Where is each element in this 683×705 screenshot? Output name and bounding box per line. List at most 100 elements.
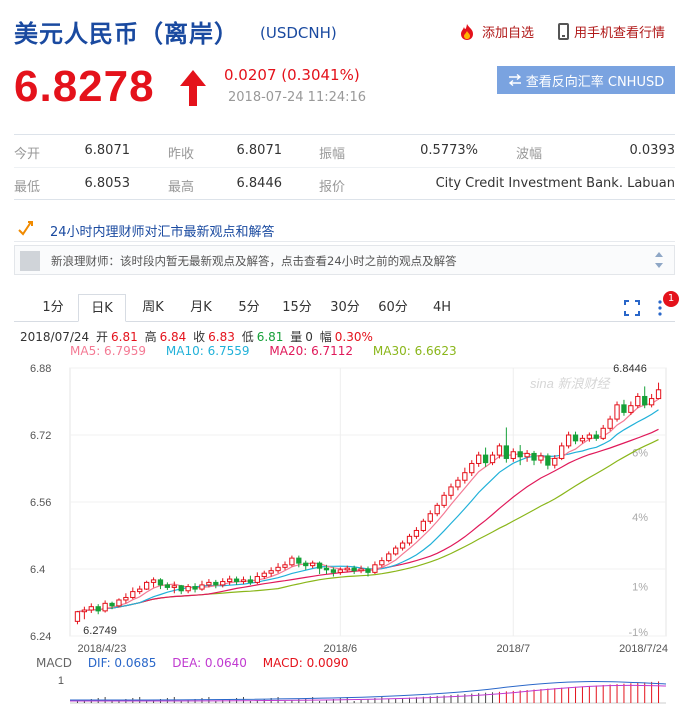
tab-30min[interactable]: 30分 xyxy=(324,294,366,322)
candle-body xyxy=(427,513,433,522)
candle-body xyxy=(448,486,454,496)
tab-5min[interactable]: 5分 xyxy=(228,294,270,322)
macd-legend: MACD DIF: 0.0685 DEA: 0.0640 MACD: 0.009… xyxy=(36,656,361,670)
candle-body xyxy=(586,434,593,439)
ma5-line xyxy=(77,398,659,613)
candle-body xyxy=(559,445,565,459)
ma5-label: MA5: 6.7959 xyxy=(70,344,147,358)
info-vol: 0 xyxy=(305,330,313,344)
current-price: 6.8278 xyxy=(14,62,155,111)
candle-body xyxy=(282,564,288,568)
candle-body xyxy=(337,569,343,573)
swap-icon xyxy=(508,74,521,86)
candle-body xyxy=(648,398,655,406)
add-watchlist-button[interactable]: 添加自选 xyxy=(457,22,534,41)
tab-15min[interactable]: 15分 xyxy=(276,294,318,322)
candle-body xyxy=(406,535,413,544)
notification-badge: 1 xyxy=(663,291,679,307)
candle-body xyxy=(289,557,295,566)
advisor-news-item[interactable]: 新浪理财师：该时段内暂无最新观点及解答，点击查看24小时之前的观点及解答 xyxy=(14,245,675,275)
page-title: 美元人民币（离岸） xyxy=(14,20,239,48)
stat-value-open: 6.8071 xyxy=(84,143,131,158)
fire-icon xyxy=(461,23,473,40)
stat-label-range: 波幅 xyxy=(516,147,543,162)
candle-body xyxy=(572,434,579,442)
info-low-label: 低 xyxy=(241,330,254,344)
tab-monthly-k[interactable]: 月K xyxy=(180,294,222,322)
fullscreen-icon[interactable] xyxy=(624,300,640,316)
info-open-label: 开 xyxy=(96,330,109,344)
watermark: sina 新浪财经 xyxy=(530,376,611,391)
info-amp-label: 幅 xyxy=(319,330,332,344)
pct-tick-label: -1% xyxy=(628,627,648,639)
candle-body xyxy=(496,445,503,456)
mobile-view-button[interactable]: 用手机查看行情 xyxy=(558,22,665,41)
ma-legend: MA5: 6.7959 MA10: 6.7559 MA20: 6.7112 MA… xyxy=(70,344,473,358)
info-low: 6.81 xyxy=(256,330,284,344)
tab-weekly-k[interactable]: 周K xyxy=(132,294,174,322)
phone-icon xyxy=(558,23,569,40)
stat-value-quote-source: City Credit Investment Bank. Labuan xyxy=(435,176,675,191)
stat-label-quote-source: 报价 xyxy=(319,180,346,195)
candle-body xyxy=(102,602,108,612)
candle-body xyxy=(386,553,392,562)
stat-label-amplitude: 振幅 xyxy=(319,147,346,162)
candle-body xyxy=(379,560,385,566)
candle-body xyxy=(344,567,350,571)
ma10-line xyxy=(77,409,659,613)
candle-body xyxy=(413,529,420,537)
quote-timestamp: 2018-07-24 11:24:16 xyxy=(228,90,367,105)
info-close: 6.83 xyxy=(208,330,235,344)
candle-body xyxy=(614,404,620,420)
candle-body xyxy=(88,606,94,611)
macd-dif: DIF: 0.0685 xyxy=(87,656,157,670)
macd-title: MACD xyxy=(36,656,72,670)
macd-chart[interactable]: 1 xyxy=(0,670,683,705)
advisor-section-title[interactable]: 24小时内理财师对汇市最新观点和解答 xyxy=(50,221,275,240)
candle-body xyxy=(143,581,150,590)
candle-body xyxy=(206,581,212,586)
candle-body xyxy=(600,427,606,439)
add-watchlist-label: 添加自选 xyxy=(482,26,535,41)
x-tick-label: 2018/6 xyxy=(324,643,358,654)
scroll-arrows-icon[interactable] xyxy=(654,249,664,271)
chart-period-tabs: 1分 日K 周K 月K 5分 15分 30分 60分 4H 1 xyxy=(14,291,679,322)
pct-tick-label: 6% xyxy=(632,447,648,459)
x-tick-label: 2018/7 xyxy=(496,643,530,654)
more-options-icon[interactable] xyxy=(657,298,663,318)
macd-axis-label: 1 xyxy=(58,675,64,687)
advisor-news-text[interactable]: 新浪理财师：该时段内暂无最新观点及解答，点击查看24小时之前的观点及解答 xyxy=(51,253,457,269)
candle-body xyxy=(420,520,426,531)
candle-body xyxy=(164,584,171,588)
stat-label-prev-close: 昨收 xyxy=(168,147,195,162)
tab-daily-k[interactable]: 日K xyxy=(78,294,126,322)
candle-body xyxy=(635,395,641,407)
mobile-view-label: 用手机查看行情 xyxy=(574,26,666,41)
stats-table: 今开 6.8071 昨收 6.8071 振幅 0.5773% 波幅 0.0393… xyxy=(14,134,675,200)
candle-body xyxy=(74,611,81,622)
candle-body xyxy=(303,562,309,567)
stat-value-amplitude: 0.5773% xyxy=(420,143,478,158)
y-tick-label: 6.88 xyxy=(30,363,51,375)
tab-60min[interactable]: 60分 xyxy=(372,294,414,322)
candle-body xyxy=(192,586,198,590)
tab-4h[interactable]: 4H xyxy=(422,294,462,322)
tab-1min[interactable]: 1分 xyxy=(34,294,72,322)
candle-body xyxy=(150,579,157,583)
ma20-line xyxy=(77,428,659,613)
avatar xyxy=(20,251,40,271)
stat-value-range: 0.0393 xyxy=(629,143,676,158)
candle-body xyxy=(95,606,101,612)
candle-body xyxy=(254,576,260,583)
stat-value-low: 6.8053 xyxy=(84,176,131,191)
info-open: 6.81 xyxy=(111,330,138,344)
info-date: 2018/07/24 xyxy=(20,330,90,344)
reverse-rate-button[interactable]: 查看反向汇率 CNHUSD xyxy=(497,66,675,94)
up-arrow-icon xyxy=(180,70,206,106)
ma20-label: MA20: 6.7112 xyxy=(269,344,354,358)
candle-body xyxy=(323,567,330,571)
candle-body xyxy=(81,609,88,613)
candlestick-chart[interactable]: 6.88 6.72 6.56 6.4 6.24 6% 4% 1% -1% sina 新浪财经6.8… xyxy=(0,358,683,654)
candle-body xyxy=(123,596,129,601)
ma10-label: MA10: 6.7559 xyxy=(165,344,250,358)
